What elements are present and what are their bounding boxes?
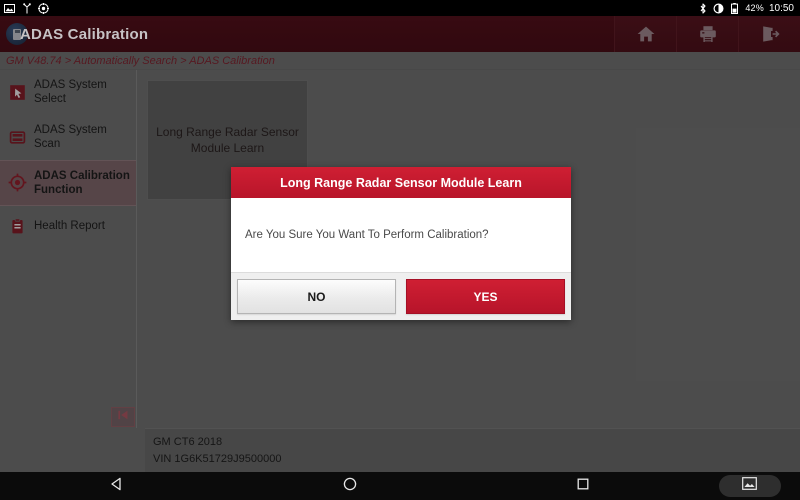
brightness-contrast-icon [713,2,724,14]
recents-square-icon [575,476,591,497]
android-status-bar: 42% 10:50 [0,0,800,16]
battery-icon [729,2,740,14]
confirmation-dialog: Long Range Radar Sensor Module Learn Are… [231,167,571,320]
settings-gear-icon [38,2,49,14]
android-nav-bar [0,472,800,500]
tablet-screen: 42% 10:50 ADAS Calibration GM V48.74 > A… [0,0,800,500]
nav-screenshot-button[interactable] [700,472,800,500]
dialog-message: Are You Sure You Want To Perform Calibra… [245,229,489,241]
nav-back-button[interactable] [0,472,233,500]
status-bar-right-icons: 42% 10:50 [697,2,800,14]
dialog-body: Are You Sure You Want To Perform Calibra… [231,198,571,272]
battery-percent: 42% [745,3,764,13]
yes-button[interactable]: YES [406,279,565,314]
screenshot-icon [4,3,15,14]
back-triangle-icon [109,476,125,497]
status-bar-clock: 10:50 [768,2,794,14]
screenshot-pill [718,475,781,497]
screenshot-image-icon [742,477,758,495]
usb-debug-icon [21,2,32,14]
nav-home-button[interactable] [233,472,466,500]
status-bar-left-icons [0,2,49,14]
home-circle-icon [342,476,358,497]
dialog-footer: NO YES [231,272,571,320]
app-brand: ADAS Calibration [0,23,149,45]
nav-recents-button[interactable] [467,472,700,500]
dialog-title: Long Range Radar Sensor Module Learn [231,167,571,198]
bluetooth-icon [697,2,708,14]
no-button[interactable]: NO [237,279,396,314]
page-title: ADAS Calibration [20,25,149,43]
